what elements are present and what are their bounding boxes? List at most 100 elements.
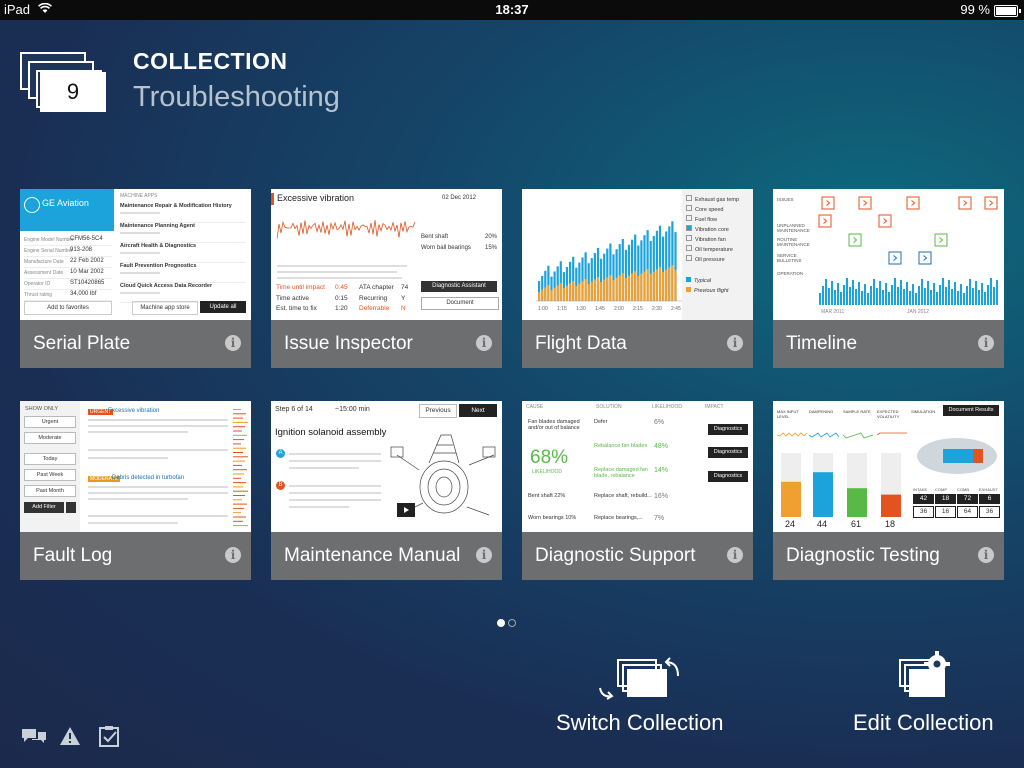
tile-flight-data[interactable]: 1:00 1:15 1:30 1:45 2:00 2:15 2:30 2:45 Exhaust… (522, 189, 753, 368)
step-b-marker: B (276, 481, 285, 490)
update-all-button[interactable]: Update all (200, 301, 246, 313)
flight-bar (649, 274, 652, 301)
page-dot-active[interactable] (497, 619, 505, 627)
test-gauge-fill (813, 472, 833, 517)
app-item[interactable]: Aircraft Health & Diagnostics (120, 243, 246, 263)
tile-fault-log[interactable]: SHOW ONLY Urgent Moderate Today Past Week Pa… (20, 401, 251, 580)
play-video-button[interactable] (397, 503, 415, 517)
document-button[interactable]: Document (421, 297, 499, 310)
app-item[interactable]: Fault Prevention Prognostics (120, 263, 246, 283)
tile-diagnostic-support[interactable]: CAUSE SOLUTION LIKELIHOOD IMPACT Fan bla… (522, 401, 753, 580)
compare-item[interactable]: Typical (686, 277, 752, 287)
operation-bar (873, 279, 875, 305)
operation-bar (846, 278, 848, 305)
spec-label: Engine Model Number (24, 237, 74, 243)
tile-diagnostic-testing[interactable]: Document Results 24 44 61 18 INTAKE 42 36 COMP… (773, 401, 1004, 580)
indicator-checkbox[interactable] (686, 215, 692, 221)
scale-tick (233, 473, 244, 475)
indicator-item[interactable]: Oil temperature (686, 245, 752, 255)
x-tick-label: 1:15 (557, 306, 567, 312)
switch-collection-button[interactable]: Switch Collection (556, 650, 746, 740)
tile-title: Serial Plate (33, 333, 131, 354)
indicator-checkbox[interactable] (686, 245, 692, 251)
filter-button[interactable]: Urgent (24, 416, 76, 428)
diagnostic-assistant-button[interactable]: Diagnostic Assistant (421, 281, 497, 292)
tile-maintenance-manual[interactable]: Step 6 of 14 ~15:00 min Previous Next Ig… (271, 401, 502, 580)
info-icon[interactable]: i (225, 335, 241, 351)
info-icon[interactable]: i (978, 335, 994, 351)
page-indicator[interactable] (497, 614, 519, 632)
app-item[interactable]: Maintenance Planning Agent (120, 223, 246, 243)
operation-bar (972, 288, 974, 305)
indicator-checkbox[interactable] (686, 235, 692, 241)
tile-serial-plate[interactable]: GE Aviation Engine Model Number CFM56-5C4… (20, 189, 251, 368)
indicator-item[interactable]: Core speed (686, 205, 752, 215)
flight-bar (643, 271, 646, 301)
flight-bar (590, 281, 593, 301)
indicator-item[interactable]: Oil pressure (686, 255, 752, 265)
diagnostics-button[interactable]: Diagnostics (708, 424, 748, 435)
filter-button[interactable]: Today (24, 453, 76, 465)
info-icon[interactable]: i (225, 547, 241, 563)
indicator-item[interactable]: Exhaust gas temp (686, 195, 752, 205)
indicator-item[interactable]: Vibration core (686, 225, 752, 235)
operation-bar (864, 284, 866, 305)
indicator-checkbox[interactable] (686, 255, 692, 261)
operation-bar (822, 286, 824, 305)
operation-bar (933, 283, 935, 305)
info-icon[interactable]: i (727, 335, 743, 351)
warning-icon[interactable] (59, 726, 81, 746)
tile-issue-inspector[interactable]: Excessive vibration 02 Dec 2012 Time unt… (271, 189, 502, 368)
indicator-checkbox[interactable] (686, 205, 692, 211)
edit-collection-button[interactable]: Edit Collection (853, 650, 1013, 740)
indicator-item[interactable]: Fuel flow (686, 215, 752, 225)
operation-bar (990, 278, 992, 305)
page-dot[interactable] (508, 619, 516, 627)
spec-row: Operator ID ST10420865 (24, 279, 112, 290)
operation-bar (906, 282, 908, 305)
flight-bar (627, 275, 631, 301)
indicator-item[interactable]: Vibration fan (686, 235, 752, 245)
deferrable-label: Deferrable (359, 305, 390, 312)
tile-timeline[interactable]: ISSUES UNPLANNED MAINTENANCE ROUTINE MAINT… (773, 189, 1004, 368)
tile-caption: Diagnostic Testing i (773, 532, 1004, 580)
operation-bar (837, 283, 839, 305)
indicator-checkbox[interactable] (686, 195, 692, 201)
diagnostics-button[interactable]: Diagnostics (708, 447, 748, 458)
operation-bar (858, 282, 860, 305)
app-store-button[interactable]: Machine app store (132, 301, 198, 315)
next-button[interactable]: Next (459, 404, 497, 417)
info-icon[interactable]: i (476, 335, 492, 351)
test-column-label: DAMPENING (809, 409, 834, 414)
flight-bar (671, 265, 674, 301)
operation-bar (888, 292, 890, 305)
collection-stack-icon[interactable]: 9 (20, 52, 106, 112)
operation-bar (855, 289, 857, 305)
info-icon[interactable]: i (476, 547, 492, 563)
battery-icon (994, 5, 1021, 17)
indicator-checkbox[interactable] (686, 225, 692, 231)
info-icon[interactable]: i (978, 547, 994, 563)
previous-button[interactable]: Previous (419, 404, 457, 418)
checklist-icon[interactable] (98, 724, 122, 748)
filter-button[interactable]: Past Month (24, 485, 76, 497)
cause-2: Worn ball bearings (421, 245, 471, 251)
tile-caption: Issue Inspector i (271, 320, 502, 368)
cause-text: Worn bearings 10% (528, 515, 577, 521)
scale-tick (233, 495, 245, 496)
spec-label: Assessment Date (24, 270, 64, 276)
filter-button[interactable]: Past Week (24, 469, 76, 481)
diagnostics-button[interactable]: Diagnostics (708, 471, 748, 482)
add-favorites-button[interactable]: Add to favorites (24, 301, 112, 315)
scale-tick (233, 525, 248, 527)
add-filter-button[interactable]: Add Filter (24, 502, 64, 513)
chat-icon[interactable] (20, 726, 48, 746)
info-icon[interactable]: i (727, 547, 743, 563)
readout-sub: 16 (935, 506, 956, 518)
compare-item[interactable]: Previous flight (686, 287, 752, 297)
timeline-event (906, 196, 920, 210)
likelihood-value: 7% (654, 515, 665, 522)
app-item[interactable]: Cloud Quick Access Data Recorder (120, 283, 246, 303)
app-item[interactable]: Maintenance Repair & Modification Histor… (120, 203, 246, 223)
filter-button[interactable]: Moderate (24, 432, 76, 444)
